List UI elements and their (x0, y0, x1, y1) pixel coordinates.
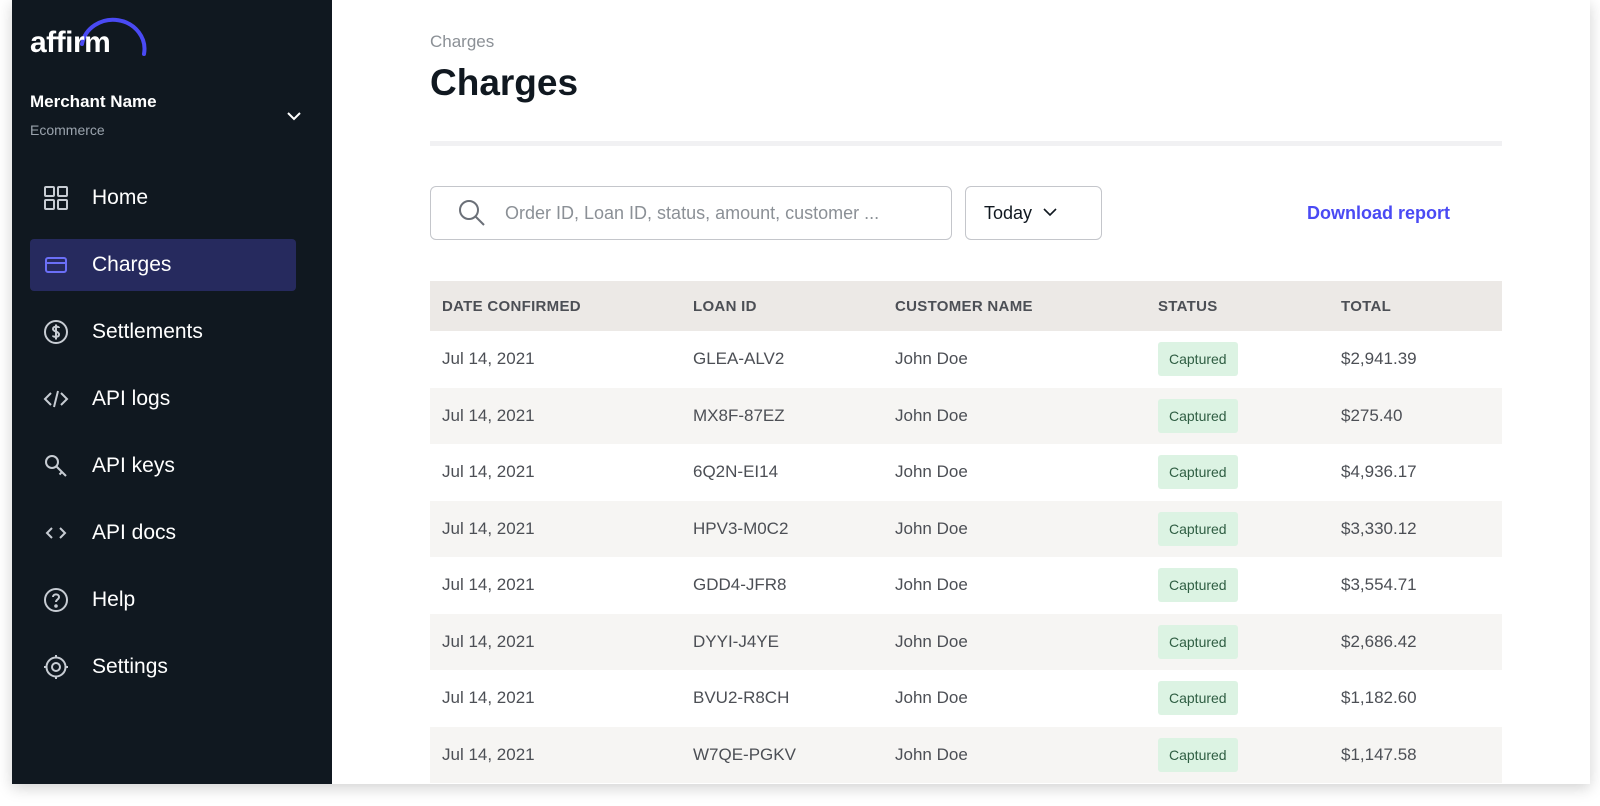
cell-total: $3,330.12 (1341, 518, 1417, 538)
cell-customer: John Doe (895, 688, 968, 708)
sidebar-item-api-keys[interactable]: API keys (30, 440, 296, 492)
status-badge: Captured (1158, 398, 1238, 433)
sidebar-item-settlements[interactable]: Settlements (30, 306, 296, 358)
sidebar-item-label: API logs (92, 387, 171, 410)
help-icon (42, 586, 70, 614)
cell-customer: John Doe (895, 631, 968, 651)
main-content: Charges Charges Today Download report DA… (342, 0, 1590, 784)
cell-customer: John Doe (895, 349, 968, 369)
sidebar-item-label: Settings (92, 655, 168, 678)
table-row[interactable]: Jul 14, 2021 6Q2N-EI14 John Doe Captured… (430, 444, 1502, 501)
sidebar-item-settings[interactable]: Settings (30, 641, 296, 693)
date-range-dropdown[interactable]: Today (965, 186, 1102, 240)
column-header-status[interactable]: STATUS (1158, 298, 1341, 315)
cell-customer: John Doe (895, 744, 968, 764)
cell-date: Jul 14, 2021 (442, 349, 535, 369)
card-icon (42, 251, 70, 279)
breadcrumb[interactable]: Charges (430, 32, 494, 52)
cell-total: $1,147.58 (1341, 744, 1417, 764)
status-badge: Captured (1158, 568, 1238, 603)
status-badge: Captured (1158, 624, 1238, 659)
cell-date: Jul 14, 2021 (442, 688, 535, 708)
table-row[interactable]: Jul 14, 2021 GDD4-JFR8 John Doe Captured… (430, 557, 1502, 614)
cell-date: Jul 14, 2021 (442, 631, 535, 651)
status-badge: Captured (1158, 455, 1238, 490)
charges-table: DATE CONFIRMED LOAN ID CUSTOMER NAME STA… (430, 281, 1502, 783)
date-range-value: Today (984, 202, 1033, 223)
cell-total: $3,554.71 (1341, 575, 1417, 595)
grid-icon (42, 184, 70, 212)
status-badge: Captured (1158, 342, 1238, 377)
cell-total: $2,941.39 (1341, 349, 1417, 369)
cell-customer: John Doe (895, 462, 968, 482)
page-title: Charges (430, 62, 579, 103)
sidebar-item-label: Home (92, 186, 149, 209)
sidebar-item-label: Settlements (92, 320, 203, 343)
status-badge: Captured (1158, 681, 1238, 716)
table-row[interactable]: Jul 14, 2021 HPV3-M0C2 John Doe Captured… (430, 500, 1502, 557)
sidebar: affirm Merchant Name Ecommerce Home Char… (12, 0, 332, 784)
gear-icon (42, 653, 70, 681)
cell-customer: John Doe (895, 575, 968, 595)
table-row[interactable]: Jul 14, 2021 W7QE-PGKV John Doe Captured… (430, 726, 1502, 783)
sidebar-item-home[interactable]: Home (30, 172, 296, 224)
divider (430, 141, 1502, 146)
cell-date: Jul 14, 2021 (442, 462, 535, 482)
brackets-icon (42, 519, 70, 547)
affirm-logo[interactable]: affirm (30, 14, 147, 64)
cell-customer: John Doe (895, 518, 968, 538)
sidebar-item-label: API keys (92, 454, 175, 477)
sidebar-item-api-logs[interactable]: API logs (30, 373, 296, 425)
logo-text: affirm (30, 26, 111, 59)
table-row[interactable]: Jul 14, 2021 GLEA-ALV2 John Doe Captured… (430, 331, 1502, 388)
merchant-switcher[interactable]: Merchant Name Ecommerce (30, 92, 302, 148)
chevron-down-icon (1042, 204, 1058, 222)
status-badge: Captured (1158, 737, 1238, 772)
sidebar-item-label: Help (92, 588, 136, 611)
cell-date: Jul 14, 2021 (442, 518, 535, 538)
sidebar-item-label: API docs (92, 521, 177, 544)
sidebar-item-charges[interactable]: Charges (30, 239, 296, 291)
search-icon (455, 196, 489, 230)
sidebar-nav: Home Charges Settlements API logs API ke… (30, 172, 296, 708)
table-row[interactable]: Jul 14, 2021 BVU2-R8CH John Doe Captured… (430, 670, 1502, 727)
cell-total: $2,686.42 (1341, 631, 1417, 651)
cell-loan-id: BVU2-R8CH (693, 688, 790, 708)
merchant-type: Ecommerce (30, 122, 105, 138)
cell-total: $275.40 (1341, 405, 1403, 425)
chevron-down-icon (286, 108, 302, 126)
table-row[interactable]: Jul 14, 2021 DYYI-J4YE John Doe Captured… (430, 613, 1502, 670)
app-window: affirm Merchant Name Ecommerce Home Char… (12, 0, 1590, 784)
code-icon (42, 385, 70, 413)
search-box[interactable] (430, 186, 952, 240)
cell-loan-id: W7QE-PGKV (693, 744, 796, 764)
cell-date: Jul 14, 2021 (442, 405, 535, 425)
column-header-loan-id[interactable]: LOAN ID (693, 298, 895, 315)
column-header-customer[interactable]: CUSTOMER NAME (895, 298, 1158, 315)
sidebar-item-api-docs[interactable]: API docs (30, 507, 296, 559)
search-input[interactable] (503, 201, 927, 225)
cell-loan-id: 6Q2N-EI14 (693, 462, 779, 482)
sidebar-item-label: Charges (92, 253, 172, 276)
column-header-date[interactable]: DATE CONFIRMED (430, 298, 693, 315)
column-header-total[interactable]: TOTAL (1341, 298, 1502, 315)
merchant-name: Merchant Name (30, 92, 157, 111)
cell-loan-id: DYYI-J4YE (693, 631, 779, 651)
cell-loan-id: MX8F-87EZ (693, 405, 785, 425)
cell-loan-id: HPV3-M0C2 (693, 518, 789, 538)
key-icon (42, 452, 70, 480)
cell-total: $4,936.17 (1341, 462, 1417, 482)
dollar-icon (42, 318, 70, 346)
cell-loan-id: GDD4-JFR8 (693, 575, 787, 595)
table-header: DATE CONFIRMED LOAN ID CUSTOMER NAME STA… (430, 281, 1502, 331)
download-report-link[interactable]: Download report (1307, 203, 1450, 224)
cell-total: $1,182.60 (1341, 688, 1417, 708)
cell-date: Jul 14, 2021 (442, 744, 535, 764)
cell-customer: John Doe (895, 405, 968, 425)
status-badge: Captured (1158, 511, 1238, 546)
cell-loan-id: GLEA-ALV2 (693, 349, 785, 369)
cell-date: Jul 14, 2021 (442, 575, 535, 595)
table-row[interactable]: Jul 14, 2021 MX8F-87EZ John Doe Captured… (430, 387, 1502, 444)
sidebar-item-help[interactable]: Help (30, 574, 296, 626)
